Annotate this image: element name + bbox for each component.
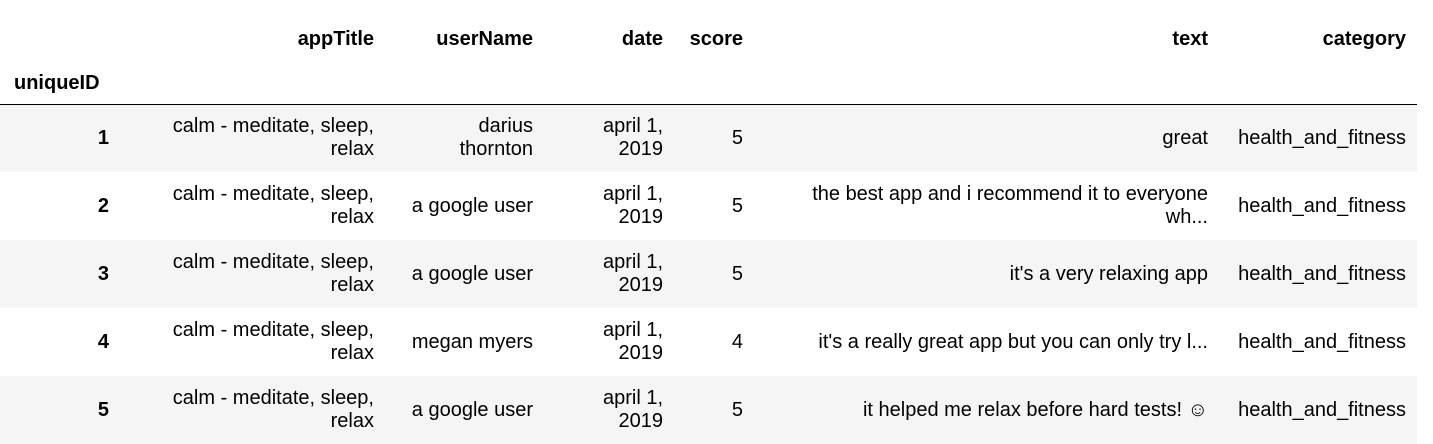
table-row: 5 calm - meditate, sleep, relax a google us… xyxy=(0,376,1417,444)
cell-date-line: april 1, xyxy=(602,251,663,273)
cell-date-line: april 1, xyxy=(602,183,663,205)
cell-apptitle: calm - meditate, sleep, relax xyxy=(119,172,385,240)
cell-apptitle-line: calm - meditate, sleep, xyxy=(172,319,374,341)
row-index-cell: 3 xyxy=(97,262,109,285)
cell-date-line: 2019 xyxy=(618,206,664,228)
cell-text-line: it's a very relaxing app xyxy=(1009,262,1208,285)
cell-username-line: megan myers xyxy=(411,330,533,353)
cell-apptitle-line: calm - meditate, sleep, xyxy=(172,251,374,273)
cell-username-line: thornton xyxy=(459,138,533,161)
column-header-category: category xyxy=(1322,27,1406,50)
cell-apptitle-line: calm - meditate, sleep, xyxy=(172,183,374,205)
table-body: 1 calm - meditate, sleep, relax darius thorn… xyxy=(0,104,1417,444)
cell-date-line: april 1, xyxy=(602,319,663,341)
cell-apptitle-line: relax xyxy=(330,206,374,228)
cell-date: april 1, 2019 xyxy=(544,308,674,376)
cell-text: great xyxy=(754,104,1219,172)
cell-category: health_and_fitness xyxy=(1238,126,1406,149)
cell-apptitle: calm - meditate, sleep, relax xyxy=(119,104,385,172)
cell-date-line: 2019 xyxy=(618,342,664,364)
cell-text-line: wh... xyxy=(1165,206,1208,228)
cell-date-line: 2019 xyxy=(618,410,664,432)
table-row: 1 calm - meditate, sleep, relax darius thorn… xyxy=(0,104,1417,172)
column-header-username: userName xyxy=(436,27,533,50)
cell-text: it's a very relaxing app xyxy=(754,240,1219,308)
index-header-row: uniqueID xyxy=(0,72,1417,104)
cell-category: health_and_fitness xyxy=(1238,262,1406,285)
cell-username: darius thornton xyxy=(385,104,544,172)
column-header-row: appTitle userName date score text catego… xyxy=(0,0,1417,72)
cell-apptitle: calm - meditate, sleep, relax xyxy=(119,308,385,376)
cell-apptitle-line: relax xyxy=(330,410,374,432)
cell-apptitle-line: calm - meditate, sleep, xyxy=(172,115,374,138)
cell-date-line: 2019 xyxy=(618,138,664,161)
cell-username: megan myers xyxy=(385,308,544,376)
cell-date-line: 2019 xyxy=(618,274,664,296)
cell-date-line: april 1, xyxy=(602,387,663,409)
table-header: appTitle userName date score text catego… xyxy=(0,0,1417,104)
cell-text-line: it helped me relax before hard tests! ☺ xyxy=(862,398,1208,421)
cell-username: a google user xyxy=(385,240,544,308)
cell-username: a google user xyxy=(385,172,544,240)
cell-apptitle-line: relax xyxy=(330,342,374,364)
cell-score: 5 xyxy=(731,398,743,421)
cell-score: 5 xyxy=(731,262,743,285)
table-row: 2 calm - meditate, sleep, relax a google us… xyxy=(0,172,1417,240)
cell-date: april 1, 2019 xyxy=(544,172,674,240)
cell-text: it helped me relax before hard tests! ☺ xyxy=(754,376,1219,444)
cell-username-line: a google user xyxy=(411,262,533,285)
cell-text: the best app and i recommend it to every… xyxy=(754,172,1219,240)
cell-date: april 1, 2019 xyxy=(544,376,674,444)
cell-date: april 1, 2019 xyxy=(544,240,674,308)
cell-apptitle: calm - meditate, sleep, relax xyxy=(119,376,385,444)
index-name-label: uniqueID xyxy=(14,72,100,94)
cell-score: 5 xyxy=(731,194,743,217)
cell-username-line: darius xyxy=(478,115,533,138)
cell-score: 5 xyxy=(731,126,743,149)
row-index-cell: 4 xyxy=(97,330,109,353)
cell-username-line: a google user xyxy=(411,194,533,217)
row-index-cell: 5 xyxy=(97,398,109,421)
column-header-date: date xyxy=(621,27,663,50)
cell-category: health_and_fitness xyxy=(1238,194,1406,217)
table-row: 4 calm - meditate, sleep, relax megan myers… xyxy=(0,308,1417,376)
cell-apptitle: calm - meditate, sleep, relax xyxy=(119,240,385,308)
column-header-apptitle: appTitle xyxy=(297,27,374,50)
cell-text-line: great xyxy=(1162,126,1208,149)
column-header-text: text xyxy=(1172,27,1208,50)
cell-apptitle-line: calm - meditate, sleep, xyxy=(172,387,374,409)
row-index-cell: 2 xyxy=(97,194,109,217)
cell-username: a google user xyxy=(385,376,544,444)
dataframe-table: appTitle userName date score text catego… xyxy=(0,0,1417,444)
cell-text: it's a really great app but you can only… xyxy=(754,308,1219,376)
cell-score: 4 xyxy=(731,330,743,353)
index-corner-cell xyxy=(0,0,119,72)
cell-date: april 1, 2019 xyxy=(544,104,674,172)
cell-text-line: the best app and i recommend it to every… xyxy=(812,183,1208,205)
cell-text-line: it's a really great app but you can only… xyxy=(818,330,1208,353)
cell-category: health_and_fitness xyxy=(1238,330,1406,353)
cell-date-line: april 1, xyxy=(602,115,663,138)
cell-apptitle-line: relax xyxy=(330,138,374,161)
table-row: 3 calm - meditate, sleep, relax a google us… xyxy=(0,240,1417,308)
cell-category: health_and_fitness xyxy=(1238,398,1406,421)
cell-username-line: a google user xyxy=(411,398,533,421)
row-index-cell: 1 xyxy=(97,126,109,149)
cell-apptitle-line: relax xyxy=(330,274,374,296)
column-header-score: score xyxy=(689,27,743,50)
